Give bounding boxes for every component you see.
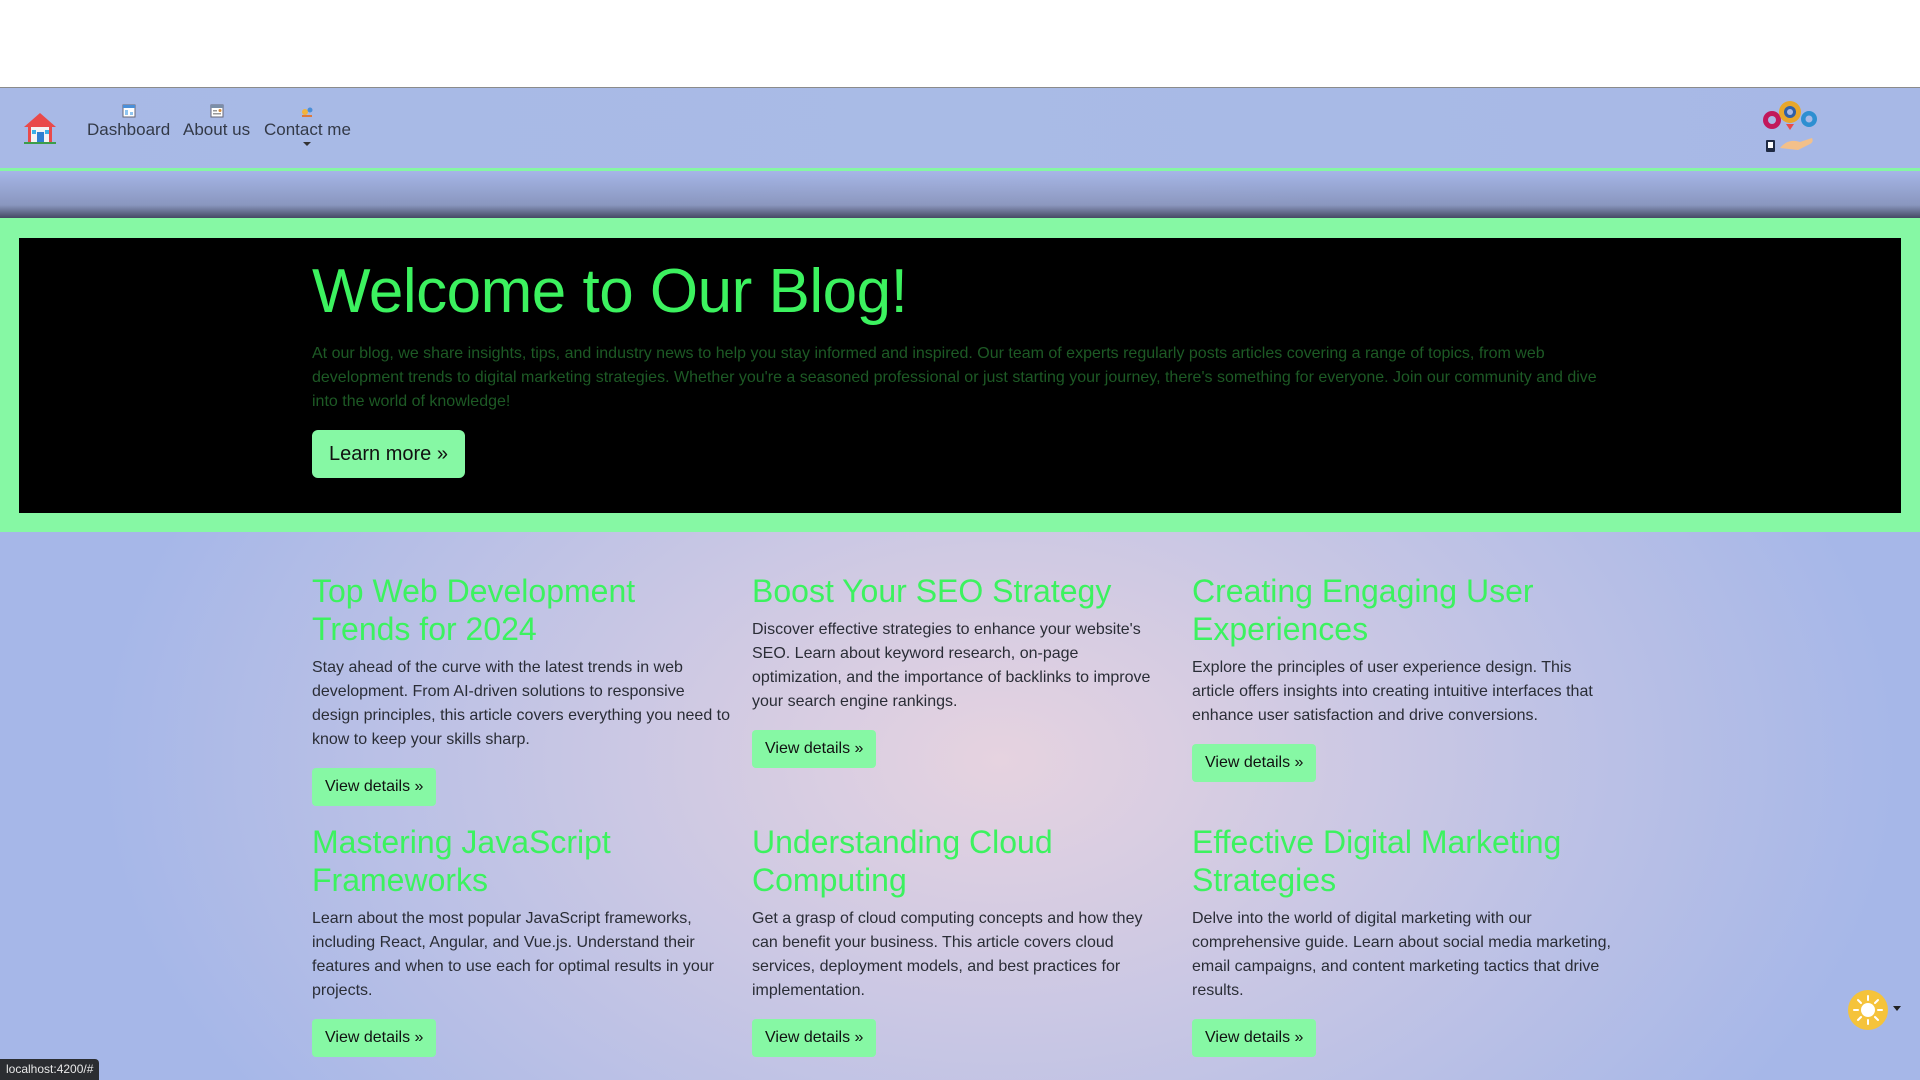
article-text: Delve into the world of digital marketin… [1192, 910, 1611, 999]
nav-item-contact-me[interactable]: Contact me [264, 104, 351, 146]
hero-description: At our blog, we share insights, tips, an… [312, 345, 1597, 410]
dashboard-icon [122, 104, 136, 118]
theme-toggle-button[interactable] [1848, 990, 1888, 1030]
contact-icon [302, 107, 313, 117]
chevron-down-icon [303, 142, 312, 146]
home-icon[interactable] [22, 110, 58, 146]
nav-label-about-us: About us [183, 120, 251, 139]
article-text: Discover effective strategies to enhance… [752, 621, 1151, 710]
article-card: Understanding Cloud Computing Get a gras… [752, 823, 1172, 1057]
article-text: Stay ahead of the curve with the latest … [312, 659, 730, 748]
article-title: Mastering JavaScript Frameworks [312, 824, 611, 898]
hero-title: Welcome to Our Blog! [312, 257, 908, 326]
view-details-button[interactable]: View details » [1192, 1019, 1317, 1057]
gears-logo-icon[interactable] [1760, 98, 1820, 156]
view-details-button[interactable]: View details » [312, 1019, 437, 1057]
article-text: Explore the principles of user experienc… [1192, 659, 1593, 724]
theme-dropdown-chevron-icon[interactable] [1893, 1006, 1901, 1011]
article-title: Boost Your SEO Strategy [752, 573, 1112, 609]
browser-top-area [0, 0, 1920, 88]
article-card: Creating Engaging User Experiences Explo… [1192, 572, 1612, 782]
view-details-button[interactable]: View details » [752, 1019, 877, 1057]
article-title: Understanding Cloud Computing [752, 824, 1053, 898]
learn-more-button[interactable]: Learn more » [312, 430, 465, 478]
nav-label-contact-me: Contact me [264, 120, 351, 139]
nav-label-dashboard: Dashboard [87, 120, 171, 139]
view-details-button[interactable]: View details » [752, 730, 877, 768]
article-card: Effective Digital Marketing Strategies D… [1192, 823, 1612, 1057]
article-title: Creating Engaging User Experiences [1192, 573, 1534, 647]
article-text: Learn about the most popular JavaScript … [312, 910, 714, 999]
sun-icon [1853, 995, 1883, 1025]
section-shadow [0, 170, 1920, 220]
article-title: Top Web Development Trends for 2024 [312, 573, 636, 647]
nav-item-dashboard[interactable]: Dashboard [87, 104, 170, 140]
article-card: Mastering JavaScript Frameworks Learn ab… [312, 823, 732, 1057]
nav-item-about-us[interactable]: About us [183, 104, 250, 140]
status-bar-url: localhost:4200/# [0, 1059, 100, 1080]
view-details-button[interactable]: View details » [312, 768, 437, 806]
article-card: Boost Your SEO Strategy Discover effecti… [752, 572, 1172, 768]
article-text: Get a grasp of cloud computing concepts … [752, 910, 1143, 999]
article-card: Top Web Development Trends for 2024 Stay… [312, 572, 732, 806]
view-details-button[interactable]: View details » [1192, 744, 1317, 782]
article-title: Effective Digital Marketing Strategies [1192, 824, 1562, 898]
about-us-icon [210, 104, 224, 118]
navbar: Dashboard About us Contact me [0, 88, 1920, 171]
